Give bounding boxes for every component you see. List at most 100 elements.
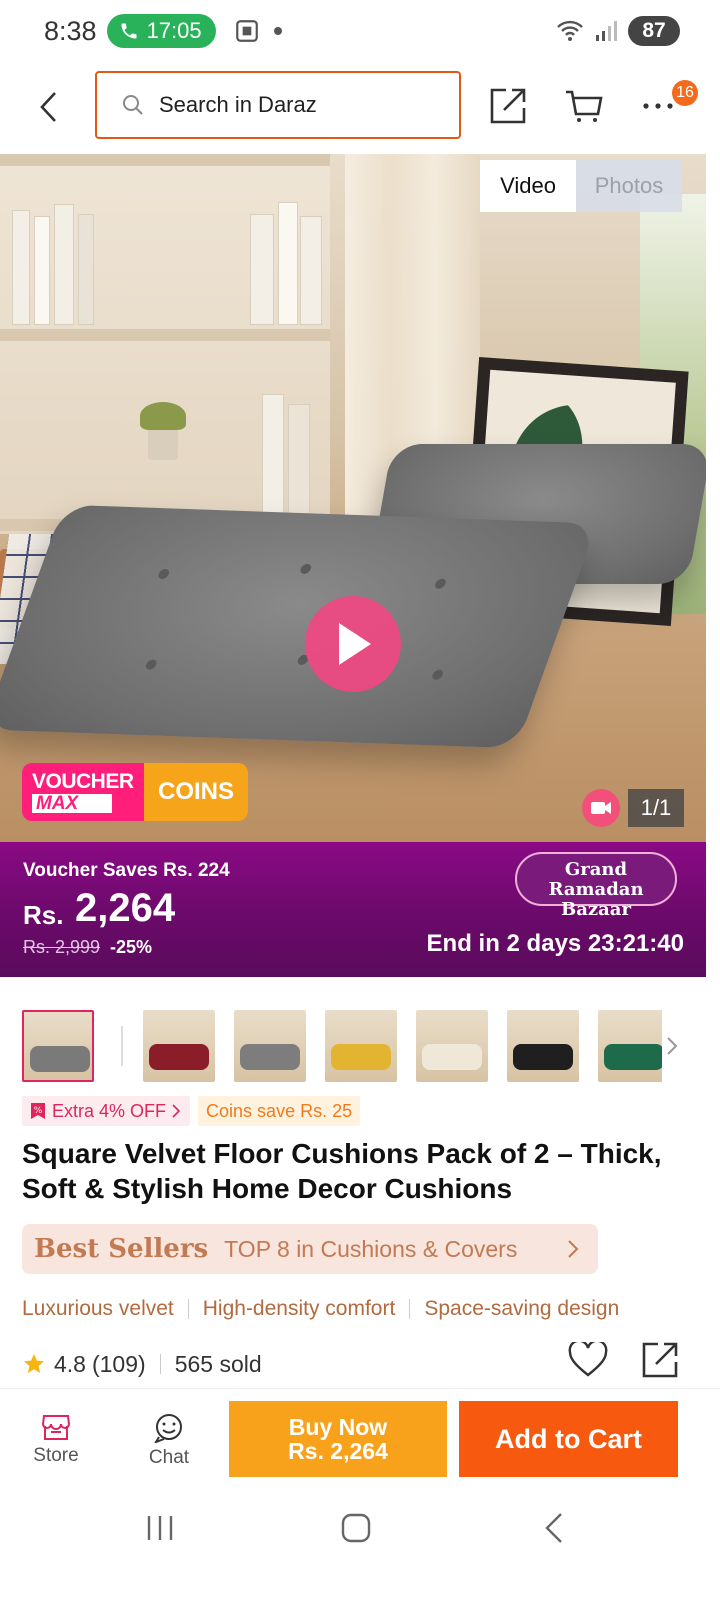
status-time: 8:38 — [44, 15, 97, 46]
wishlist-button[interactable] — [568, 1339, 612, 1382]
media-tabs: Video Photos — [480, 160, 682, 212]
thumbnail-cushion-swatch — [240, 1044, 300, 1070]
price-value: 2,264 — [75, 886, 176, 930]
system-back-button[interactable] — [524, 1508, 584, 1548]
share-icon — [490, 88, 526, 124]
discount-percent: -25% — [110, 937, 153, 957]
back-icon — [545, 1513, 562, 1543]
variant-thumbnails — [22, 1008, 662, 1084]
coins-save-promo[interactable]: Coins save Rs. 25 — [198, 1096, 361, 1126]
play-icon — [339, 623, 371, 665]
event-logo: Grand Ramadan Bazaar — [515, 852, 677, 920]
best-sellers-rank: TOP 8 in Cushions & Covers — [224, 1235, 518, 1262]
recent-apps-button[interactable] — [130, 1508, 190, 1548]
chat-icon — [154, 1414, 182, 1443]
variant-thumbnail[interactable] — [325, 1010, 397, 1082]
feature-divider — [409, 1299, 411, 1319]
system-nav-bar — [0, 1488, 720, 1600]
chevron-right-icon — [667, 1037, 678, 1055]
ongoing-call-pill[interactable]: 17:05 — [106, 14, 216, 48]
chat-label: Chat — [148, 1447, 190, 1468]
feature-tag: Luxurious velvet — [22, 1297, 174, 1320]
svg-text:%: % — [34, 1106, 43, 1116]
thumbnail-cushion-swatch — [149, 1044, 209, 1070]
signal-icon — [596, 21, 617, 41]
coins-label: COINS — [144, 763, 248, 821]
screenshot-icon — [235, 20, 258, 42]
variant-thumbnail[interactable] — [234, 1010, 306, 1082]
cushion-front — [0, 504, 598, 749]
header — [0, 62, 720, 152]
share-button[interactable] — [486, 84, 530, 128]
chevron-right-icon — [172, 1104, 181, 1118]
phone-icon — [121, 23, 137, 39]
product-title: Square Velvet Floor Cushions Pack of 2 –… — [22, 1138, 662, 1204]
variant-thumbnail[interactable] — [598, 1010, 662, 1082]
extra-off-text: Extra 4% OFF — [52, 1100, 167, 1121]
voucher-label: VOUCHER — [32, 770, 134, 793]
thumbnail-cushion-swatch — [422, 1044, 482, 1070]
voucher-max-badge: VOUCHER MAX COINS — [22, 763, 248, 821]
buy-now-label: Buy Now — [288, 1414, 388, 1440]
max-label: MAX — [32, 794, 112, 813]
thumbnail-cushion-swatch — [513, 1044, 573, 1070]
thumbnail-cushion-swatch — [604, 1044, 662, 1070]
search-icon — [123, 95, 143, 115]
status-bar: 8:38 17:05 87 — [0, 0, 720, 62]
store-label: Store — [33, 1445, 79, 1466]
product-media[interactable]: Video Photos VOUCHER MAX COINS 1/1 — [0, 154, 706, 842]
home-button[interactable] — [326, 1508, 386, 1548]
divider — [159, 1354, 161, 1374]
thumbnail-divider — [121, 1026, 123, 1066]
rating-row: 4.8 (109) 565 sold — [22, 1339, 698, 1384]
video-camera-icon — [582, 789, 620, 827]
buy-now-button[interactable]: Buy Now Rs. 2,264 — [229, 1401, 447, 1477]
bottom-action-bar: Store Chat Buy Now Rs. 2,264 Add to Cart — [0, 1388, 720, 1488]
chat-button[interactable]: Chat — [129, 1413, 209, 1469]
battery-indicator: 87 — [628, 16, 680, 46]
thumbnails-next-button[interactable] — [660, 1028, 684, 1064]
voucher-saves: Voucher Saves Rs. 224 — [23, 860, 230, 881]
best-sellers-brand: Best Sellers — [34, 1234, 209, 1264]
variant-thumbnail[interactable] — [143, 1010, 215, 1082]
price-currency: Rs. — [23, 900, 64, 930]
best-sellers-banner[interactable]: Best Sellers TOP 8 in Cushions & Covers — [22, 1224, 598, 1274]
store-icon — [41, 1415, 71, 1440]
share-product-button[interactable] — [640, 1340, 682, 1382]
variant-thumbnail[interactable] — [416, 1010, 488, 1082]
notification-dot — [273, 27, 282, 35]
event-line-1: Grand Ramadan — [548, 859, 644, 900]
thumbnail-cushion-swatch — [30, 1046, 90, 1072]
promo-row: % Extra 4% OFF Coins save Rs. 25 — [22, 1096, 361, 1126]
store-button[interactable]: Store — [16, 1413, 96, 1467]
play-video-button[interactable] — [305, 596, 401, 692]
original-price: Rs. 2,999 — [23, 937, 101, 957]
back-button[interactable] — [30, 84, 66, 130]
media-counter: 1/1 — [628, 789, 684, 827]
rating-value[interactable]: 4.8 — [54, 1351, 86, 1378]
variant-thumbnail[interactable] — [22, 1010, 94, 1082]
event-countdown: End in 2 days 23:21:40 — [426, 930, 684, 957]
tab-video[interactable]: Video — [480, 160, 576, 212]
chevron-right-icon — [568, 1240, 579, 1258]
recent-apps-icon — [147, 1516, 173, 1540]
variant-thumbnail[interactable] — [507, 1010, 579, 1082]
heart-icon — [568, 1339, 608, 1377]
search-box[interactable] — [95, 71, 461, 139]
cart-button[interactable] — [562, 84, 606, 128]
search-input[interactable] — [159, 92, 439, 118]
buy-now-price: Rs. 2,264 — [288, 1438, 388, 1464]
sold-count: 565 sold — [174, 1350, 262, 1377]
add-to-cart-button[interactable]: Add to Cart — [459, 1401, 678, 1477]
feature-highlights: Luxurious velvet High-density comfort Spac… — [22, 1292, 720, 1326]
rating-count[interactable]: (109) — [92, 1351, 146, 1378]
call-timer: 17:05 — [146, 18, 202, 43]
wifi-icon — [557, 20, 583, 41]
thumbnail-cushion-swatch — [331, 1044, 391, 1070]
extra-off-promo[interactable]: % Extra 4% OFF — [22, 1096, 191, 1126]
shelf-scene — [0, 154, 330, 534]
tab-photos[interactable]: Photos — [576, 160, 682, 212]
share-icon — [642, 1342, 678, 1378]
cart-icon — [566, 90, 603, 122]
feature-tag: Space-saving design — [424, 1297, 620, 1320]
